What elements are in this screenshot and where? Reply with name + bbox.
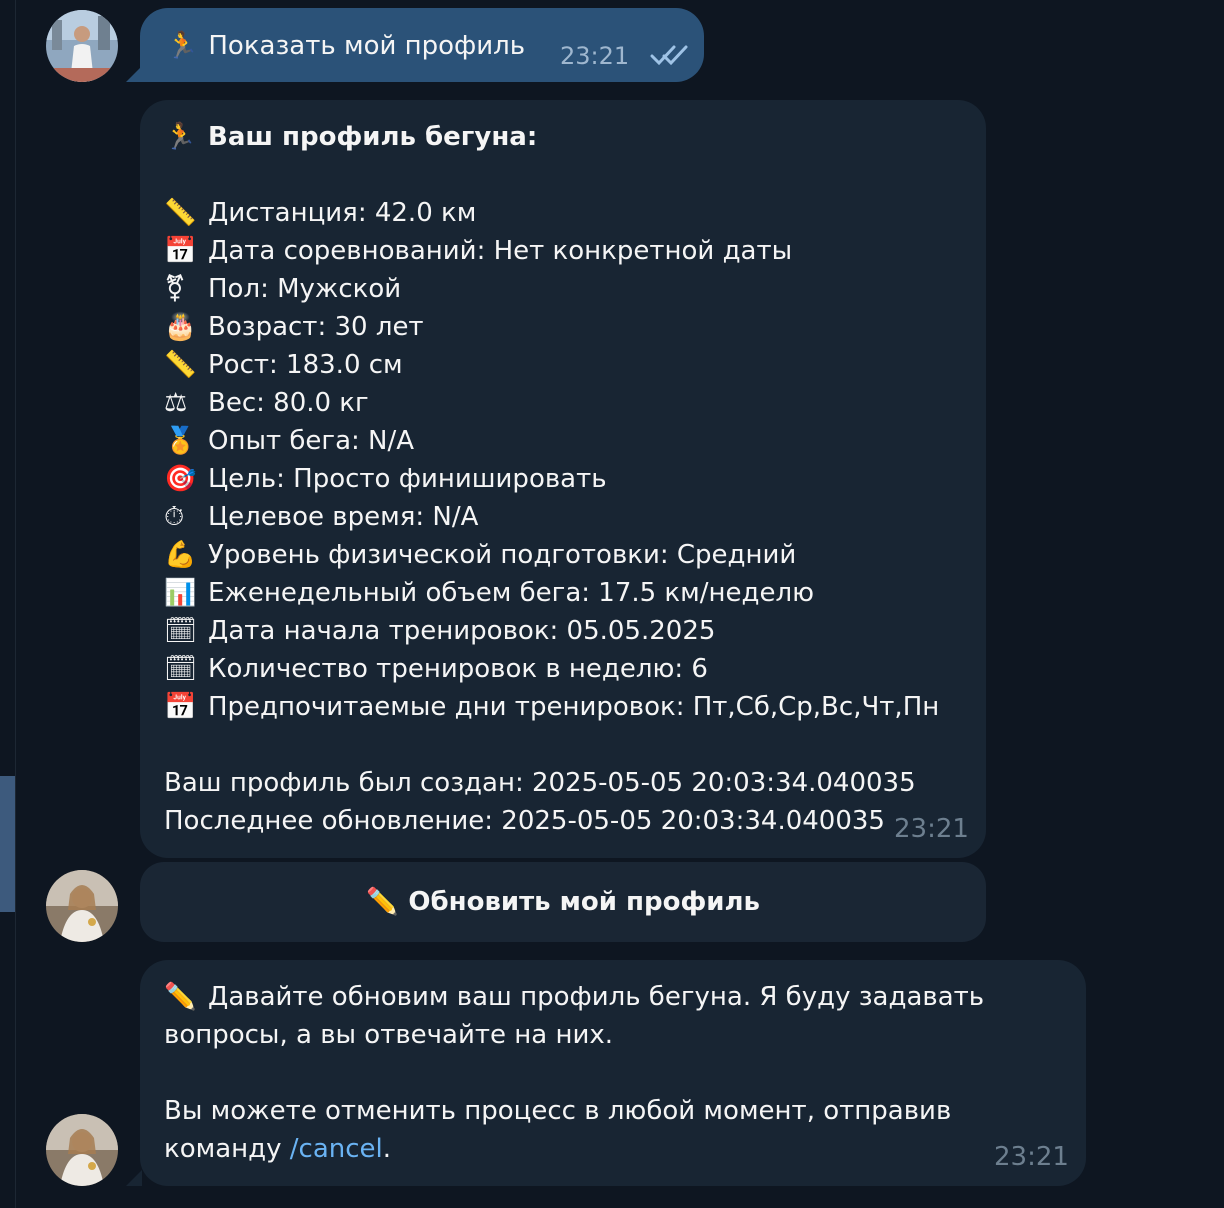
ruler-icon: 📏 xyxy=(164,198,197,228)
profile-field-text: Опыт бега: N/A xyxy=(208,426,415,456)
pencil-icon: ✏️ xyxy=(164,982,197,1012)
stopwatch-icon: ⏱ xyxy=(164,502,185,532)
cancel-command-link[interactable]: /cancel xyxy=(290,1130,383,1168)
runner-icon: 🏃 xyxy=(166,31,199,61)
profile-field: 💪 Уровень физической подготовки: Средний xyxy=(164,536,939,574)
profile-field: 🎂 Возраст: 30 лет xyxy=(164,308,939,346)
bot-avatar[interactable] xyxy=(46,1114,118,1186)
profile-field-text: Целевое время: N/A xyxy=(208,502,479,532)
spiral-calendar-icon: 🗓 xyxy=(164,616,198,646)
gender-icon: ⚧ xyxy=(164,274,186,304)
profile-field: 🗓 Количество тренировок в неделю: 6 xyxy=(164,650,939,688)
outgoing-message[interactable]: 🏃 Показать мой профиль 23:21 xyxy=(126,8,704,82)
profile-field: 🗓 Дата начала тренировок: 05.05.2025 xyxy=(164,612,939,650)
scroll-indicator[interactable] xyxy=(0,776,15,912)
left-panel-divider xyxy=(15,0,16,1208)
update-message-period: . xyxy=(382,1134,392,1164)
user-avatar[interactable] xyxy=(46,10,118,82)
cake-icon: 🎂 xyxy=(164,312,197,342)
profile-field-text: Пол: Мужской xyxy=(208,274,402,304)
message-time: 23:21 xyxy=(994,1142,1069,1172)
medal-icon: 🏅 xyxy=(164,426,197,456)
profile-field: 🏅 Опыт бега: N/A xyxy=(164,422,939,460)
target-icon: 🎯 xyxy=(164,464,197,494)
bubble-tail xyxy=(126,1170,142,1186)
update-message[interactable]: ✏️ Давайте обновим ваш профиль бегуна. Я… xyxy=(126,960,1086,1186)
profile-field: ⚧ Пол: Мужской xyxy=(164,270,939,308)
profile-field-text: Дата соревнований: Нет конкретной даты xyxy=(208,236,793,266)
profile-title: 🏃 Ваш профиль бегуна: xyxy=(164,118,939,156)
updated-line: Последнее обновление: 2025-05-05 20:03:3… xyxy=(164,806,885,836)
update-message-line: Давайте обновим ваш профиль бегуна. Я бу… xyxy=(208,982,985,1012)
profile-field-text: Предпочитаемые дни тренировок: Пт,Сб,Ср,… xyxy=(208,692,940,722)
profile-field: 📅 Дата соревнований: Нет конкретной даты xyxy=(164,232,939,270)
profile-field-text: Количество тренировок в неделю: 6 xyxy=(208,654,708,684)
muscle-icon: 💪 xyxy=(164,540,197,570)
profile-field-text: Дистанция: 42.0 км xyxy=(208,198,477,228)
profile-field-text: Еженедельный объем бега: 17.5 км/неделю xyxy=(208,578,814,608)
message-time: 23:21 xyxy=(894,814,969,844)
profile-field-text: Дата начала тренировок: 05.05.2025 xyxy=(208,616,716,646)
calendar-icon: 📅 xyxy=(164,692,197,722)
runner-icon: 🏃 xyxy=(164,122,197,152)
bot-avatar[interactable] xyxy=(46,870,118,942)
profile-field-text: Цель: Просто финишировать xyxy=(208,464,607,494)
profile-field: 📊 Еженедельный объем бега: 17.5 км/неделю xyxy=(164,574,939,612)
scales-icon: ⚖ xyxy=(164,388,188,418)
calendar-icon: 📅 xyxy=(164,236,197,266)
profile-field: 📏 Рост: 183.0 см xyxy=(164,346,939,384)
profile-field: ⏱ Целевое время: N/A xyxy=(164,498,939,536)
bubble-tail xyxy=(126,66,142,82)
message-time: 23:21 xyxy=(560,42,630,70)
spiral-calendar-icon: 🗓 xyxy=(164,654,198,684)
profile-field: 📅 Предпочитаемые дни тренировок: Пт,Сб,Ср… xyxy=(164,688,939,726)
profile-field: 📏 Дистанция: 42.0 км xyxy=(164,194,939,232)
profile-field-text: Уровень физической подготовки: Средний xyxy=(208,540,797,570)
profile-message[interactable]: 🏃 Ваш профиль бегуна: 📏 Дистанция: 42.0 к… xyxy=(140,100,986,858)
ruler-icon: 📏 xyxy=(164,350,197,380)
profile-field-text: Вес: 80.0 кг xyxy=(208,388,369,418)
update-message-line: команду xyxy=(164,1134,290,1164)
update-message-line: вопросы, а вы отвечайте на них. xyxy=(164,1020,614,1050)
profile-field: ⚖ Вес: 80.0 кг xyxy=(164,384,939,422)
profile-field: 🎯 Цель: Просто финишировать xyxy=(164,460,939,498)
update-message-line: Вы можете отменить процесс в любой момен… xyxy=(164,1096,952,1126)
update-profile-button[interactable]: ✏️ Обновить мой профиль xyxy=(140,862,986,942)
outgoing-message-text: 🏃 Показать мой профиль xyxy=(166,31,526,61)
double-check-icon xyxy=(650,45,688,66)
pencil-icon: ✏️ xyxy=(365,887,399,917)
profile-field-text: Рост: 183.0 см xyxy=(208,350,403,380)
created-line: Ваш профиль был создан: 2025-05-05 20:03… xyxy=(164,768,916,798)
bar-chart-icon: 📊 xyxy=(164,578,197,608)
profile-field-text: Возраст: 30 лет xyxy=(208,312,424,342)
